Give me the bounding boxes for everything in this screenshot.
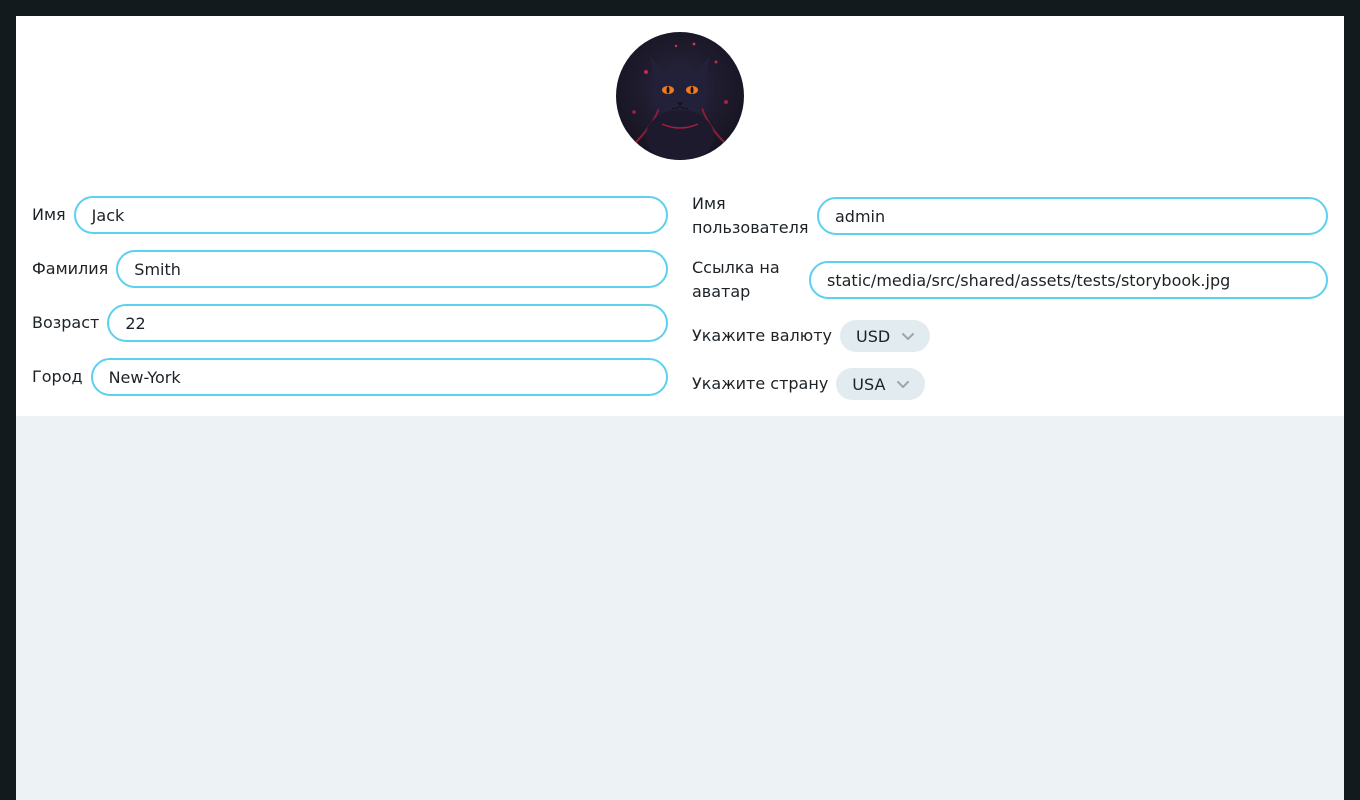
avatar-link-row: Ссылка на аватар static/media/src/shared… <box>692 256 1328 304</box>
country-value: USA <box>852 374 886 394</box>
age-input[interactable]: 22 <box>107 304 668 342</box>
country-select[interactable]: USA <box>836 368 926 400</box>
city-input[interactable]: New-York <box>90 358 668 396</box>
last-name-value: Smith <box>134 259 181 279</box>
age-row: Возраст 22 <box>32 304 668 342</box>
city-value: New-York <box>108 367 181 387</box>
currency-value: USD <box>856 326 891 346</box>
age-value: 22 <box>125 313 146 333</box>
avatar <box>616 32 744 160</box>
first-name-value: Jack <box>91 205 125 225</box>
last-name-row: Фамилия Smith <box>32 250 668 288</box>
profile-card: Имя Jack Фамилия Smith Возраст 22 Город … <box>16 16 1344 416</box>
page: Имя Jack Фамилия Smith Возраст 22 Город … <box>16 16 1344 800</box>
cat-avatar-image <box>616 32 744 160</box>
city-row: Город New-York <box>32 358 668 396</box>
currency-label: Укажите валюту <box>692 326 832 345</box>
currency-row: Укажите валюту USD <box>692 320 931 352</box>
avatar-link-value: static/media/src/shared/assets/tests/sto… <box>827 270 1231 290</box>
city-label: Город <box>32 367 83 386</box>
username-label: Имя пользователя <box>692 194 809 237</box>
last-name-label: Фамилия <box>32 259 109 278</box>
country-row: Укажите страну USA <box>692 368 926 400</box>
avatar-link-input[interactable]: static/media/src/shared/assets/tests/sto… <box>809 261 1328 299</box>
age-label: Возраст <box>32 313 100 332</box>
currency-select[interactable]: USD <box>840 320 931 352</box>
first-name-row: Имя Jack <box>32 196 668 234</box>
username-input[interactable]: admin <box>817 197 1328 235</box>
username-value: admin <box>835 206 886 226</box>
chevron-down-icon <box>902 333 915 340</box>
country-label: Укажите страну <box>692 374 829 393</box>
last-name-input[interactable]: Smith <box>116 250 668 288</box>
avatar-link-label: Ссылка на аватар <box>692 258 780 301</box>
first-name-input[interactable]: Jack <box>73 196 668 234</box>
chevron-down-icon <box>897 381 910 388</box>
username-row: Имя пользователя admin <box>692 192 1328 240</box>
first-name-label: Имя <box>32 205 66 224</box>
